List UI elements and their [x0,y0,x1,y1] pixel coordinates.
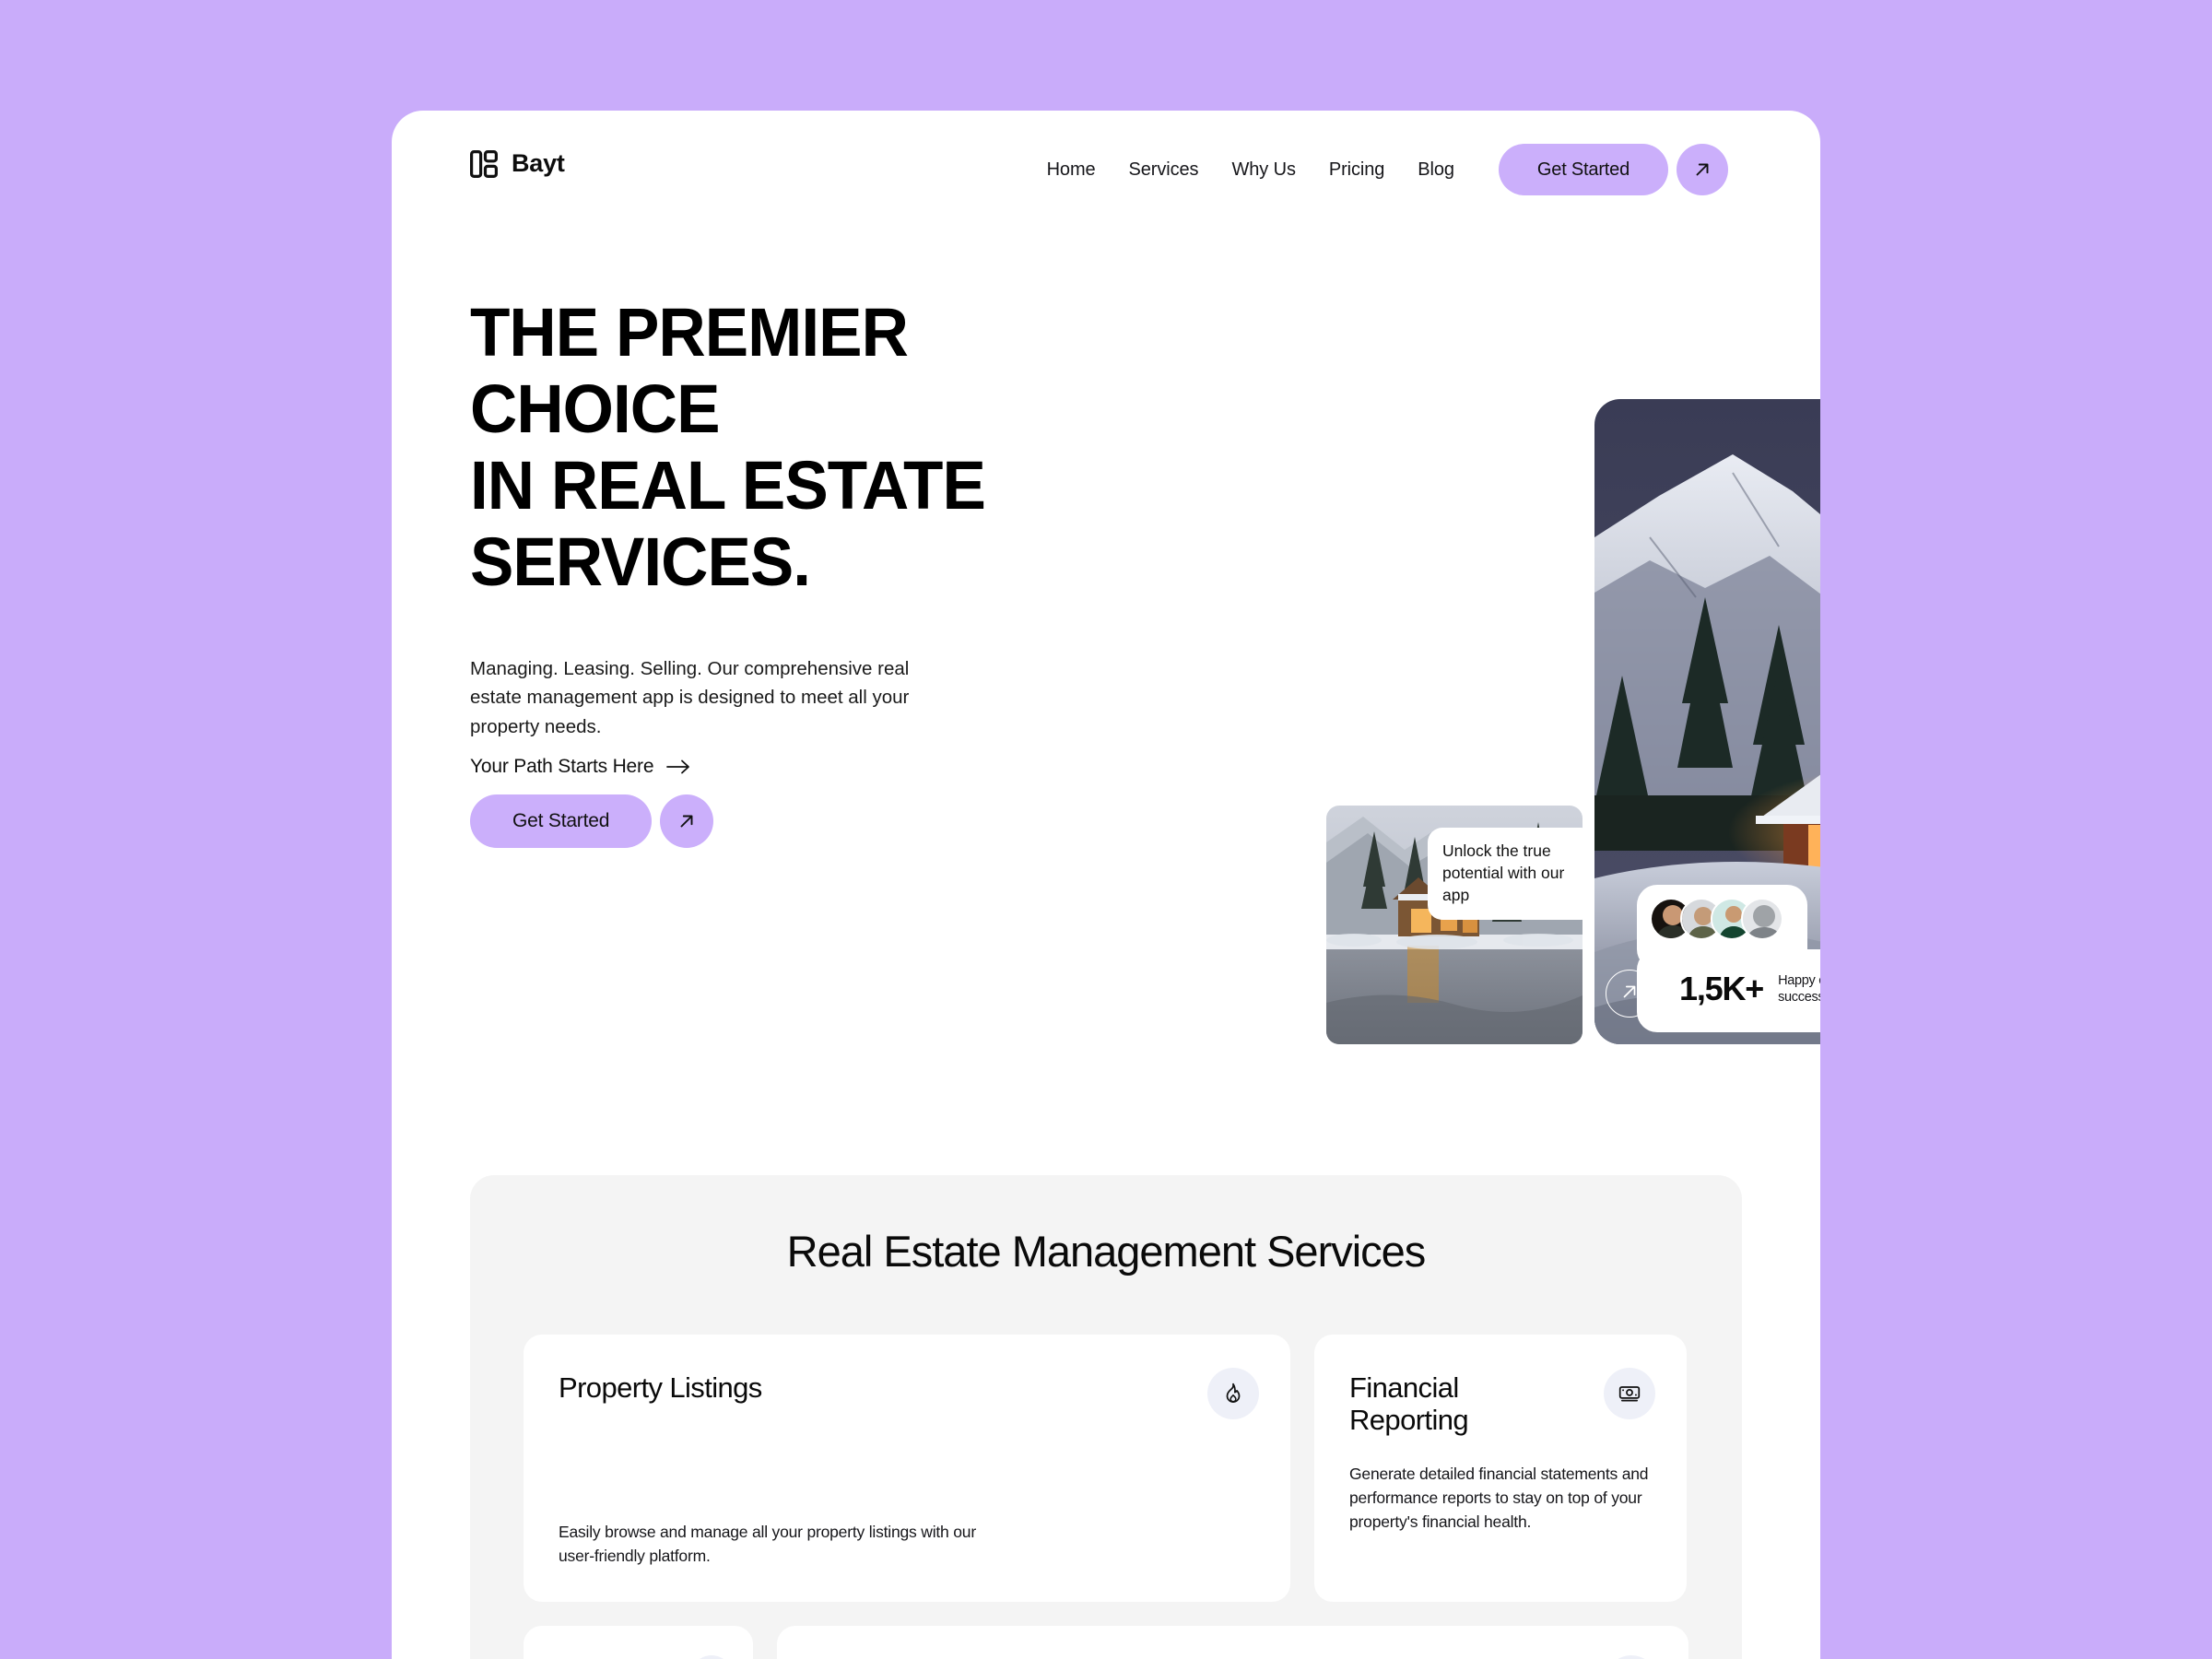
service-card-property-listings[interactable]: Property Listings Easily browse and mana… [524,1334,1290,1602]
banknote-icon [1604,1367,1655,1419]
headline-line-2: IN REAL ESTATE [470,446,986,524]
hero-content: THE PREMIER CHOICE IN REAL ESTATE SERVIC… [470,294,1171,848]
service-card-service-requests[interactable]: Service Requests [524,1625,754,1659]
hero-subcopy: Managing. Leasing. Selling. Our comprehe… [470,657,910,738]
service-card-financial-reporting[interactable]: Financial Reporting Generate detailed fi… [1314,1334,1687,1602]
service-card-title: Financial Reporting [1349,1371,1469,1437]
services-cards-row-1: Property Listings Easily browse and mana… [524,1334,1688,1602]
your-path-starts-here-link[interactable]: Your Path Starts Here [470,756,690,778]
hand-tool-icon [690,1654,734,1659]
service-card-title: Property Listings [559,1371,762,1404]
site-header: Bayt Home Services Why Us Pricing Blog G… [392,111,1820,221]
hero-arrow-button[interactable] [660,794,714,848]
services-title: Real Estate Management Services [786,1227,1427,1276]
people-group-icon [1606,1654,1657,1659]
stats-value: 1,5K+ [1679,970,1764,1007]
service-card-tenant-management[interactable]: Tenant Management [777,1625,1688,1659]
header-arrow-button[interactable] [1677,144,1728,195]
nav-item-why-us[interactable]: Why Us [1231,159,1296,181]
main-navigation: Home Services Why Us Pricing Blog Get St… [1047,144,1728,195]
hero-secondary-image: Unlock the true potential with our app [1326,806,1583,1044]
stats-content: 1,5K+ Happy clients and successful trans… [1679,970,1820,1008]
nav-item-pricing[interactable]: Pricing [1329,159,1385,181]
nav-item-blog[interactable]: Blog [1418,159,1454,181]
arrow-up-right-icon [1619,982,1640,1006]
services-section: Real Estate Management Services Property… [470,1175,1742,1659]
nav-item-services[interactable]: Services [1129,159,1199,181]
arrow-up-right-icon [677,811,697,831]
dashboard-squares-icon [470,149,498,178]
header-get-started-button[interactable]: Get Started [1498,144,1668,195]
arrow-up-right-icon [1692,159,1712,180]
page-title: THE PREMIER CHOICE IN REAL ESTATE SERVIC… [470,294,1143,601]
nav-item-home[interactable]: Home [1047,159,1096,181]
avatar-group [1650,898,1783,940]
tooltip-bubble: Unlock the true potential with our app [1428,828,1583,921]
services-cards-row-2: Service Requests Tenant Management [524,1625,1688,1659]
brand-logo[interactable]: Bayt [470,149,565,178]
screenshot-root: Bayt Home Services Why Us Pricing Blog G… [0,0,2212,1659]
headline-line-1: THE PREMIER CHOICE [470,294,909,447]
hero-get-started-button[interactable]: Get Started [470,794,653,848]
arrow-right-icon [666,759,690,775]
hero-cta-group: Get Started [470,794,1171,848]
flame-icon [1207,1367,1259,1419]
service-card-description: Generate detailed financial statements a… [1349,1465,1649,1532]
stats-description: Happy clients and successful transaction… [1778,972,1820,1005]
path-link-label: Your Path Starts Here [470,756,654,777]
stats-card: 1,5K+ Happy clients and successful trans… [1606,885,1820,1032]
nav-links: Home Services Why Us Pricing Blog [1047,159,1454,181]
service-card-description: Easily browse and manage all your proper… [559,1522,976,1565]
stats-arrow-button[interactable] [1606,970,1653,1018]
avatar [1741,898,1783,940]
website-page: Bayt Home Services Why Us Pricing Blog G… [392,111,1820,1659]
brand-name: Bayt [512,149,565,177]
headline-line-3: SERVICES. [470,523,811,600]
